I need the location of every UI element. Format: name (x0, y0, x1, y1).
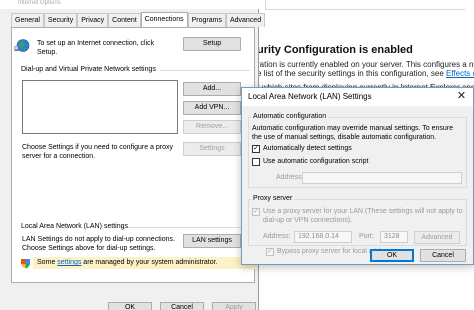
dialup-divider (160, 70, 250, 71)
settings-button[interactable]: Settings (183, 142, 241, 156)
automatic-configuration-description: Automatic configuration may override man… (252, 125, 454, 141)
lan-cancel-button[interactable]: Cancel (420, 249, 466, 262)
setup-description: To set up an Internet connection, click … (37, 40, 155, 56)
globe-icon (14, 39, 30, 52)
bypass-local-checkbox[interactable]: ✓ (266, 248, 274, 256)
auto-detect-checkbox[interactable]: ✓ (252, 145, 260, 153)
close-icon[interactable]: ✕ (455, 90, 468, 103)
proxy-address-field[interactable]: 192.168.0.14 (294, 231, 352, 243)
security-config-heading: urity Configuration is enabled (257, 44, 413, 56)
cancel-button[interactable]: Cancel (160, 302, 204, 310)
lan-dialog-title: Local Area Network (LAN) Settings (242, 88, 473, 106)
tab-connections[interactable]: Connections (140, 12, 188, 27)
remove-button[interactable]: Remove... (183, 120, 241, 134)
tab-programs[interactable]: Programs (187, 13, 226, 27)
shield-icon (21, 259, 30, 269)
lan-ok-button[interactable]: OK (370, 249, 414, 262)
script-address-field[interactable] (302, 172, 462, 184)
use-proxy-label: Use a proxy server for your LAN (These s… (263, 208, 463, 224)
tab-content[interactable]: Content (108, 13, 141, 27)
proxy-description: Choose Settings if you need to configure… (22, 144, 173, 160)
window-title: Internet Options (18, 0, 61, 6)
managed-settings-link[interactable]: settings (57, 259, 81, 266)
add-vpn-button[interactable]: Add VPN... (183, 101, 241, 115)
security-config-line-2: e list of the security settings in this … (257, 69, 474, 78)
connections-list[interactable] (22, 80, 178, 134)
proxy-server-legend: Proxy server (251, 195, 295, 203)
background-frame-edge (265, 0, 465, 10)
lan-settings-button[interactable]: LAN settings (183, 234, 241, 248)
lan-description: LAN Settings do not apply to dial-up con… (22, 236, 175, 252)
lan-settings-dialog: Local Area Network (LAN) Settings ✕ Auto… (241, 87, 474, 265)
use-script-label: Use automatic configuration script (263, 158, 369, 165)
add-button[interactable]: Add... (183, 82, 241, 96)
lan-heading: Local Area Network (LAN) settings (21, 223, 128, 230)
automatic-configuration-legend: Automatic configuration (251, 113, 329, 121)
dialup-heading: Dial-up and Virtual Private Network sett… (21, 66, 156, 73)
tab-general[interactable]: General (11, 13, 44, 27)
internet-options-window: Internet Options General Security Privac… (0, 0, 266, 310)
security-config-line-1: ration is currently enabled on your serv… (257, 60, 474, 69)
proxy-port-label: Port: (359, 233, 374, 240)
advanced-button[interactable]: Advanced (414, 231, 460, 244)
window-titlebar: Internet Options (0, 0, 259, 9)
ok-button[interactable]: OK (108, 302, 152, 310)
setup-button[interactable]: Setup (183, 37, 241, 51)
use-script-checkbox[interactable] (252, 158, 260, 166)
managed-by-admin-bar: Some settings are managed by your system… (33, 257, 257, 269)
proxy-port-field[interactable]: 3128 (380, 231, 408, 243)
tab-strip: General Security Privacy Content Connect… (11, 12, 266, 27)
auto-detect-label: Automatically detect settings (263, 145, 352, 152)
proxy-address-label: Address: (263, 233, 291, 240)
lan-divider (128, 227, 250, 228)
tab-security[interactable]: Security (43, 13, 78, 27)
tab-advanced[interactable]: Advanced (225, 13, 266, 27)
tab-privacy[interactable]: Privacy (77, 13, 109, 27)
effects-link[interactable]: Effects o (446, 69, 474, 78)
apply-button[interactable]: Apply (212, 302, 256, 310)
use-proxy-checkbox[interactable]: ✓ (252, 208, 260, 216)
script-address-label: Address (276, 174, 302, 181)
